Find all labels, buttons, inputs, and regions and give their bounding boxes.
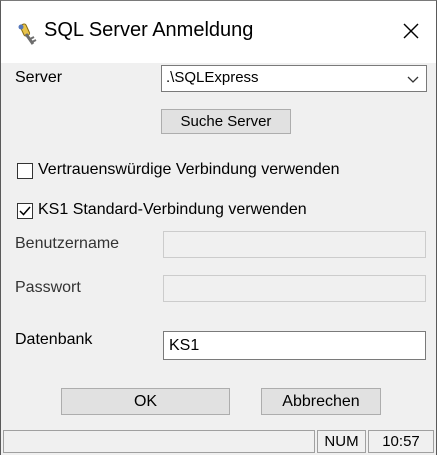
status-bar: NUM 10:57: [1, 427, 436, 455]
password-input[interactable]: [163, 275, 426, 302]
dialog-body: Server .\SQLExpress Suche Server Vertrau…: [1, 63, 436, 427]
ks1-standard-checkbox[interactable]: [17, 203, 33, 219]
key-wrench-icon: [15, 21, 41, 47]
trusted-connection-checkbox[interactable]: [17, 163, 33, 179]
username-input[interactable]: [163, 231, 426, 258]
database-value: KS1: [169, 337, 200, 354]
database-label: Datenbank: [15, 331, 93, 348]
status-time: 10:57: [368, 430, 434, 453]
ok-button[interactable]: OK: [61, 388, 230, 415]
checkmark-icon: [19, 206, 31, 216]
title-bar[interactable]: SQL Server Anmeldung: [1, 1, 436, 63]
server-value: .\SQLExpress: [166, 69, 259, 86]
server-label: Server: [15, 69, 63, 86]
trusted-connection-label[interactable]: Vertrauenswürdige Verbindung verwenden: [38, 161, 340, 179]
status-message-pane: [3, 430, 315, 453]
close-button[interactable]: [392, 15, 430, 51]
password-label: Passwort: [15, 279, 81, 296]
chevron-down-icon[interactable]: [405, 71, 421, 87]
database-input[interactable]: KS1: [163, 331, 426, 360]
server-combobox[interactable]: .\SQLExpress: [161, 65, 427, 92]
close-icon: [402, 22, 420, 45]
ks1-standard-label[interactable]: KS1 Standard-Verbindung verwenden: [38, 201, 307, 219]
cancel-button[interactable]: Abbrechen: [261, 388, 381, 415]
username-label: Benutzername: [15, 235, 120, 252]
sql-server-login-dialog: SQL Server Anmeldung Server .\SQLExpress…: [0, 0, 437, 455]
search-server-button[interactable]: Suche Server: [161, 109, 291, 134]
num-lock-indicator: NUM: [317, 430, 366, 453]
window-title: SQL Server Anmeldung: [44, 19, 254, 41]
